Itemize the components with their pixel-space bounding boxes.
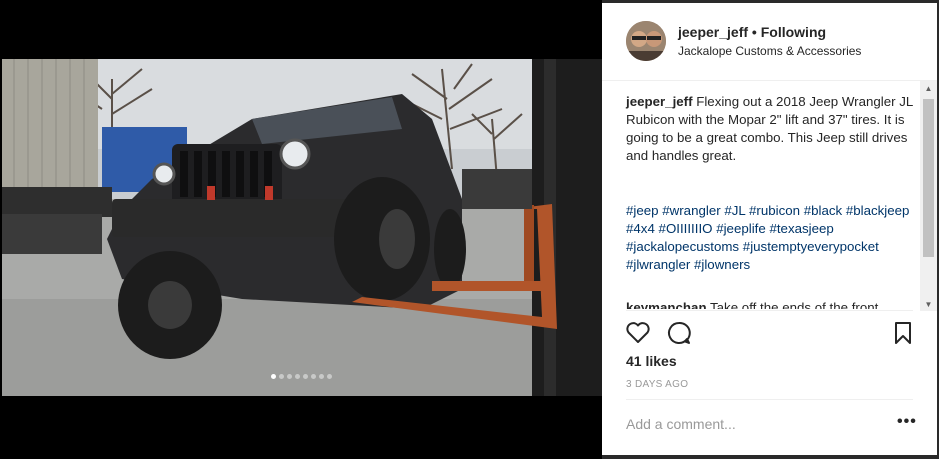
hashtag-link[interactable]: #texasjeep bbox=[769, 221, 833, 236]
hashtag-link[interactable]: #justemptyeverypocket bbox=[743, 239, 879, 254]
hashtag-link[interactable]: #jlwrangler bbox=[626, 257, 690, 272]
location-link[interactable]: Jackalope Customs & Accessories bbox=[678, 44, 861, 58]
scroll-up-arrow[interactable]: ▲ bbox=[920, 81, 937, 95]
post-date[interactable]: 3 DAYS AGO bbox=[626, 379, 688, 390]
hashtag-link[interactable]: #jeep bbox=[626, 203, 659, 218]
jeep-photo bbox=[2, 59, 602, 396]
comment-item: keymanchan Take off the ends of the fron… bbox=[626, 299, 916, 309]
post-panel: jeeper_jeff • Following Jackalope Custom… bbox=[602, 3, 937, 455]
author-username[interactable]: jeeper_jeff bbox=[678, 24, 748, 40]
carousel-dot[interactable] bbox=[318, 374, 324, 379]
carousel-dot[interactable] bbox=[278, 374, 284, 379]
comments-scrollbar[interactable]: ▲ ▼ bbox=[920, 81, 937, 311]
follow-status-button[interactable]: Following bbox=[761, 24, 826, 40]
avatar-image bbox=[626, 21, 666, 61]
caption-author[interactable]: jeeper_jeff bbox=[626, 94, 693, 109]
hashtag-link[interactable]: #blackjeep bbox=[846, 203, 910, 218]
add-comment-input[interactable]: Add a comment... bbox=[626, 416, 876, 432]
comment-author[interactable]: keymanchan bbox=[626, 300, 707, 309]
comment-text: Take off the ends of the front bbox=[706, 300, 879, 309]
comment-icon[interactable] bbox=[666, 320, 692, 346]
hashtag-link[interactable]: #OIIIIIIIO bbox=[659, 221, 713, 236]
hashtag-link[interactable]: #rubicon bbox=[749, 203, 800, 218]
avatar[interactable] bbox=[626, 21, 666, 61]
heart-icon[interactable] bbox=[625, 320, 651, 346]
more-options-button[interactable]: ••• bbox=[897, 414, 916, 433]
divider bbox=[626, 310, 913, 311]
comments-list[interactable]: jeeper_jeff Flexing out a 2018 Jeep Wran… bbox=[602, 81, 920, 309]
scroll-down-arrow[interactable]: ▼ bbox=[920, 297, 937, 311]
hashtag-link[interactable]: #jeeplife bbox=[716, 221, 766, 236]
carousel-indicators bbox=[0, 374, 602, 382]
post-caption: jeeper_jeff Flexing out a 2018 Jeep Wran… bbox=[626, 93, 916, 165]
hashtag-link[interactable]: #JL bbox=[724, 203, 745, 218]
bookmark-icon[interactable] bbox=[890, 320, 916, 346]
hashtag-link[interactable]: #jlowners bbox=[694, 257, 750, 272]
post-header: jeeper_jeff • Following Jackalope Custom… bbox=[602, 3, 937, 81]
scrollbar-thumb[interactable] bbox=[923, 99, 934, 257]
carousel-dot[interactable] bbox=[326, 374, 332, 379]
separator-dot: • bbox=[748, 24, 761, 40]
action-bar bbox=[602, 315, 937, 349]
likes-count[interactable]: 41 likes bbox=[626, 353, 677, 369]
carousel-dot-active[interactable] bbox=[270, 374, 276, 379]
hashtag-link[interactable]: #black bbox=[804, 203, 842, 218]
divider bbox=[626, 399, 913, 400]
post-photo[interactable] bbox=[2, 59, 602, 396]
hashtag-link[interactable]: #jackalopecustoms bbox=[626, 239, 739, 254]
carousel-dot[interactable] bbox=[310, 374, 316, 379]
header-username-row: jeeper_jeff • Following bbox=[678, 24, 826, 40]
carousel-dot[interactable] bbox=[286, 374, 292, 379]
carousel-dot[interactable] bbox=[294, 374, 300, 379]
hashtag-link[interactable]: #wrangler bbox=[662, 203, 720, 218]
post-media bbox=[0, 0, 602, 459]
hashtag-link[interactable]: #4x4 bbox=[626, 221, 655, 236]
hashtag-list: #jeep #wrangler #JL #rubicon #black #bla… bbox=[626, 202, 916, 274]
carousel-dot[interactable] bbox=[302, 374, 308, 379]
